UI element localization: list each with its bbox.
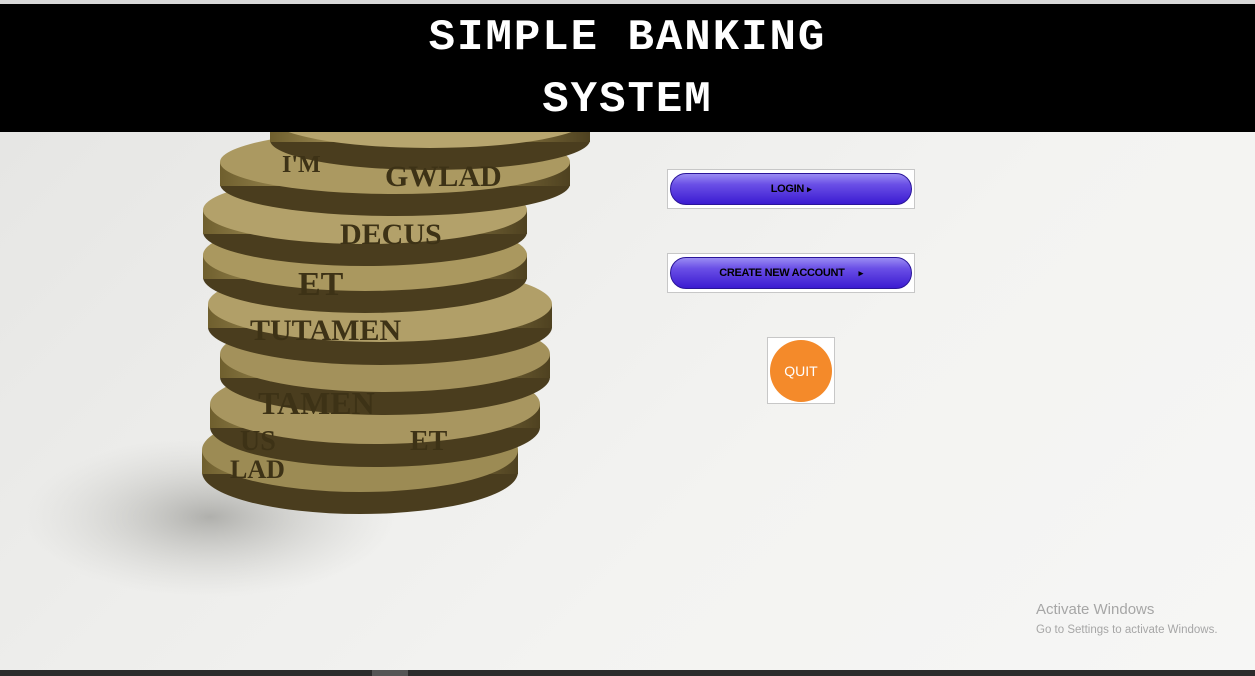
coin-text-9: LAD	[230, 455, 285, 484]
watermark-title: Activate Windows	[1036, 601, 1155, 618]
create-account-button-frame: CREATE NEW ACCOUNT ▸	[667, 253, 915, 293]
chevron-right-icon: ▸	[858, 267, 864, 278]
coin-text-1: I'M	[282, 152, 321, 178]
quit-button-label: QUIT	[784, 362, 818, 379]
login-button-label: LOGIN	[770, 183, 805, 195]
coin-text-8: ET	[410, 426, 448, 457]
taskbar-item[interactable]	[372, 670, 408, 676]
login-button[interactable]: LOGIN ▸	[670, 173, 912, 205]
coin-text-6: TAMEN	[258, 385, 375, 421]
create-account-button[interactable]: CREATE NEW ACCOUNT ▸	[670, 257, 912, 289]
banking-app-window: SIMPLE BANKING SYSTEM I'M GWLAD DECUS ET…	[0, 0, 1255, 676]
quit-button-frame: QUIT	[767, 337, 835, 404]
create-account-button-label: CREATE NEW ACCOUNT	[719, 267, 845, 279]
taskbar	[0, 670, 1255, 676]
login-button-frame: LOGIN ▸	[667, 169, 915, 209]
coin-stack-illustration: I'M GWLAD DECUS ET TUTAMEN TAMEN US ET L…	[25, 132, 590, 597]
chevron-right-icon: ▸	[807, 183, 812, 194]
app-title-line-2: SYSTEM	[542, 75, 713, 125]
coins-background-image: I'M GWLAD DECUS ET TUTAMEN TAMEN US ET L…	[0, 132, 1255, 670]
coin-text-4: ET	[298, 266, 344, 303]
coin-text-2: GWLAD	[385, 160, 502, 193]
activate-windows-watermark: Activate Windows Go to Settings to activ…	[1036, 601, 1218, 638]
app-title-line-1: SIMPLE BANKING	[428, 13, 827, 63]
coin-text-3: DECUS	[340, 218, 442, 251]
header-banner: SIMPLE BANKING SYSTEM	[0, 4, 1255, 132]
coin-text-7: US	[240, 426, 276, 457]
quit-button[interactable]: QUIT	[770, 339, 832, 402]
watermark-subtitle: Go to Settings to activate Windows.	[1036, 624, 1218, 636]
coin-text-5: TUTAMEN	[250, 314, 401, 347]
